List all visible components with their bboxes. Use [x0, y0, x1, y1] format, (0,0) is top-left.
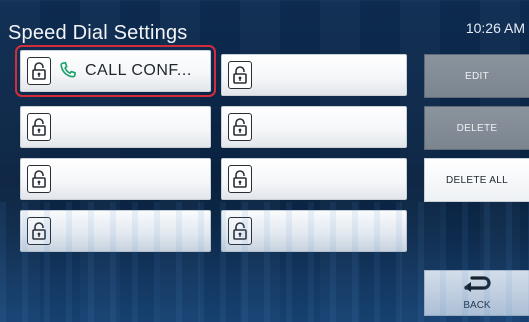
lock-icon — [228, 217, 252, 245]
back-label: BACK — [463, 299, 491, 311]
lock-icon — [27, 165, 51, 193]
lock-icon — [27, 57, 51, 85]
speed-dial-slot-8[interactable] — [221, 210, 407, 252]
lock-icon — [228, 113, 252, 141]
speed-dial-slot-3[interactable] — [20, 158, 211, 200]
phone-icon — [57, 60, 79, 82]
speed-dial-slot-5[interactable] — [221, 54, 407, 96]
slot-label: CALL CONF... — [85, 62, 192, 79]
clock-time: 10:26 AM — [465, 20, 525, 36]
lock-icon — [27, 217, 51, 245]
page-title: Speed Dial Settings — [8, 22, 188, 44]
speed-dial-slot-1[interactable]: CALL CONF... — [15, 45, 216, 97]
delete-button[interactable]: DELETE — [424, 106, 529, 150]
speed-dial-slot-6[interactable] — [221, 106, 407, 148]
speed-dial-slot-4[interactable] — [20, 210, 211, 252]
lock-icon — [27, 113, 51, 141]
lock-icon — [228, 165, 252, 193]
return-arrow-icon — [462, 275, 492, 297]
delete-all-button[interactable]: DELETE ALL — [424, 158, 529, 202]
lock-icon — [228, 61, 252, 89]
back-button[interactable]: BACK — [424, 270, 529, 316]
speed-dial-slot-7[interactable] — [221, 158, 407, 200]
speed-dial-slot-2[interactable] — [20, 106, 211, 148]
speed-dial-screen: Speed Dial Settings 10:26 AM CALL CONF..… — [0, 0, 529, 322]
edit-button[interactable]: EDIT — [424, 54, 529, 98]
